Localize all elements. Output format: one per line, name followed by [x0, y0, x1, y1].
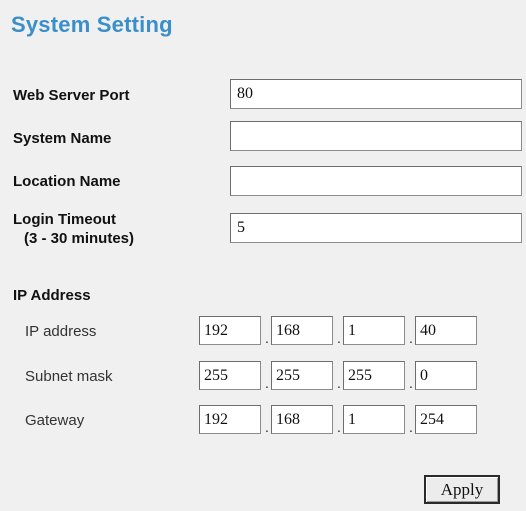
octet-separator: .: [337, 419, 341, 435]
gateway-octet-3[interactable]: [343, 405, 405, 434]
ip-address-octet-4[interactable]: [415, 316, 477, 345]
ip-address-label: IP address: [25, 323, 97, 340]
ip-address-section-heading: IP Address: [13, 287, 91, 304]
octet-separator: .: [337, 375, 341, 391]
gateway-octet-4[interactable]: [415, 405, 477, 434]
location-name-input[interactable]: [230, 166, 522, 196]
octet-separator: .: [265, 419, 269, 435]
octet-separator: .: [265, 375, 269, 391]
gateway-label: Gateway: [25, 412, 85, 429]
system-name-input[interactable]: [230, 121, 522, 151]
subnet-mask-octet-2[interactable]: [271, 361, 333, 390]
octet-separator: .: [409, 375, 413, 391]
login-timeout-input[interactable]: [230, 213, 522, 243]
subnet-mask-label: Subnet mask: [25, 368, 113, 385]
gateway-octet-1[interactable]: [199, 405, 261, 434]
ip-address-octet-3[interactable]: [343, 316, 405, 345]
web-server-port-input[interactable]: [230, 79, 522, 109]
system-name-label: System Name: [13, 130, 112, 147]
octet-separator: .: [409, 330, 413, 346]
login-timeout-label: Login Timeout (3 - 30 minutes): [13, 210, 134, 248]
ip-address-octet-2[interactable]: [271, 316, 333, 345]
login-timeout-title: Login Timeout: [13, 211, 117, 228]
octet-separator: .: [409, 419, 413, 435]
apply-button[interactable]: Apply: [424, 475, 500, 504]
page-title: System Setting: [11, 12, 173, 37]
subnet-mask-octet-4[interactable]: [415, 361, 477, 390]
subnet-mask-octet-1[interactable]: [199, 361, 261, 390]
location-name-label: Location Name: [13, 173, 121, 190]
octet-separator: .: [337, 330, 341, 346]
gateway-octet-2[interactable]: [271, 405, 333, 434]
login-timeout-range: (3 - 30 minutes): [24, 230, 135, 247]
subnet-mask-octet-3[interactable]: [343, 361, 405, 390]
ip-address-octet-1[interactable]: [199, 316, 261, 345]
web-server-port-label: Web Server Port: [13, 87, 130, 104]
octet-separator: .: [265, 330, 269, 346]
